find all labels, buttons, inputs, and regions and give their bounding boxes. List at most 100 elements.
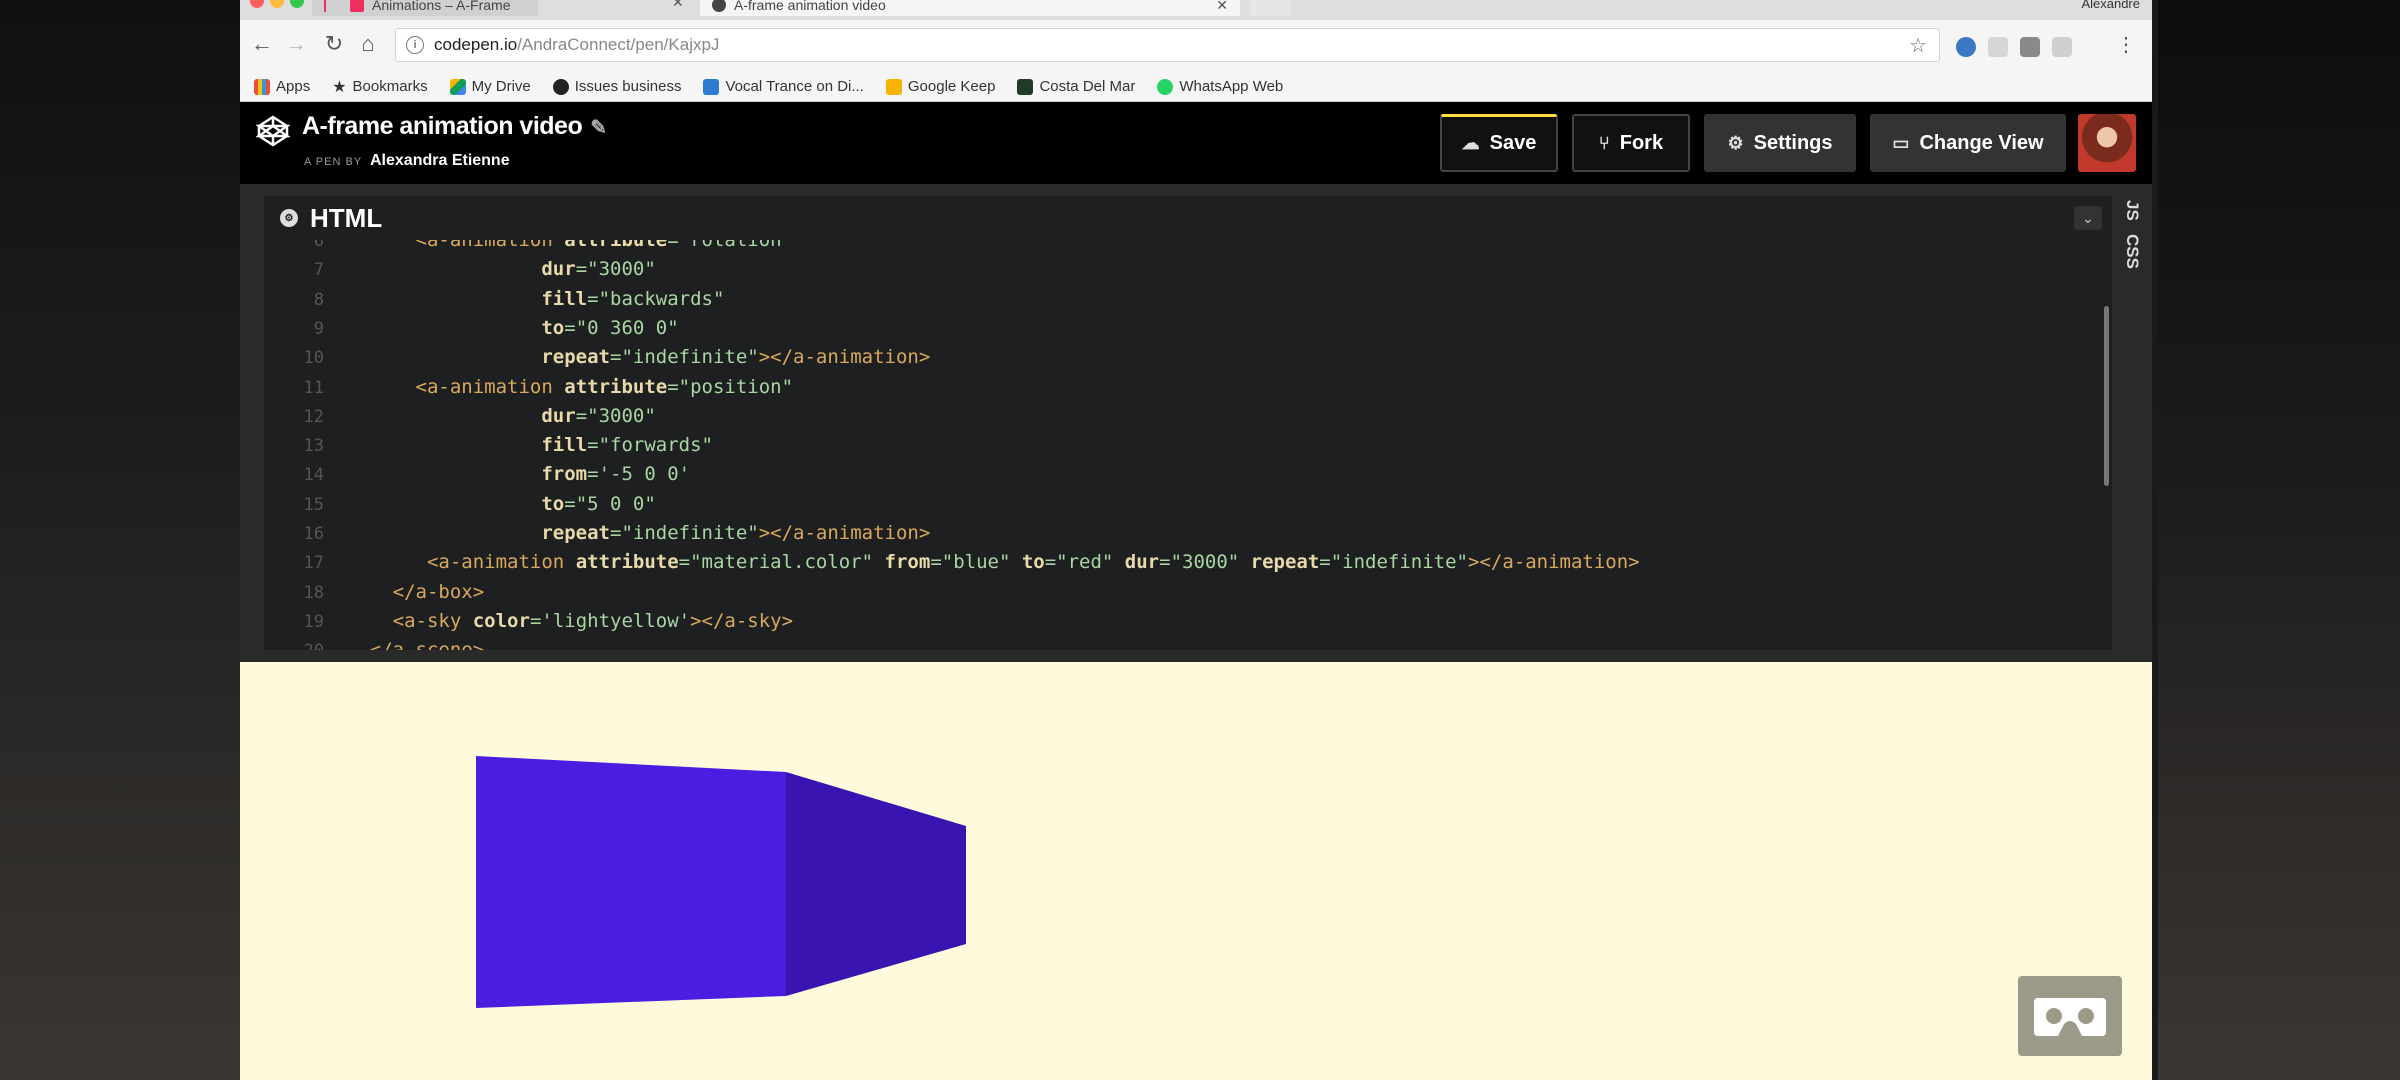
bookmark-apps[interactable]: Apps — [254, 78, 310, 95]
code-token: repeat — [541, 522, 610, 544]
code-line[interactable]: 16 repeat="indefinite"></a-animation> — [264, 519, 931, 548]
bookmark-vocal-trance[interactable]: Vocal Trance on Di... — [703, 78, 864, 95]
forward-arrow-icon[interactable]: → — [282, 30, 310, 58]
line-number: 11 — [303, 377, 324, 398]
author-link[interactable]: Alexandra Etienne — [370, 152, 510, 169]
bookmark-bookmarks[interactable]: ★ Bookmarks — [332, 77, 427, 97]
tab-pinned[interactable] — [312, 0, 338, 16]
extension-dark-icon[interactable] — [2020, 37, 2040, 57]
code-token: to — [1021, 551, 1045, 574]
extension-blue-icon[interactable] — [1956, 37, 1976, 57]
extension-light-icon[interactable] — [2052, 37, 2072, 57]
code-line[interactable]: 12 dur="3000" — [264, 402, 656, 431]
line-number: 10 — [303, 348, 324, 369]
code-token: ="3000" — [1159, 551, 1251, 574]
close-window-icon[interactable] — [250, 0, 264, 8]
code-token: attribute — [564, 240, 668, 251]
gear-icon: ⚙ — [1727, 132, 1744, 153]
enter-vr-button[interactable] — [2018, 976, 2122, 1056]
preview-pane[interactable] — [240, 662, 2152, 1080]
line-number: 12 — [303, 406, 324, 427]
code-token: to — [541, 492, 565, 515]
code-line[interactable]: 10 repeat="indefinite"></a-animation> — [264, 343, 931, 372]
maximize-window-icon[interactable] — [290, 0, 304, 8]
bookmark-issues-business[interactable]: Issues business — [552, 78, 681, 95]
editor-scrollbar[interactable] — [2104, 306, 2109, 486]
minimize-window-icon[interactable] — [270, 0, 284, 8]
code-token: ></a-animation> — [758, 346, 931, 369]
home-icon[interactable]: ⌂ — [354, 30, 382, 58]
browser-window: Animations – A-Frame ✕ A-frame animation… — [240, 0, 2152, 1080]
vr-goggles-icon — [2034, 998, 2106, 1036]
code-line[interactable]: 20 </a-scene> — [264, 636, 485, 650]
code-line[interactable]: 8 fill="backwards" — [264, 285, 725, 314]
bookmark-whatsapp-web[interactable]: WhatsApp Web — [1157, 78, 1283, 95]
info-icon[interactable]: i — [406, 36, 424, 54]
code-line[interactable]: 7 dur="3000" — [264, 255, 656, 284]
code-token: repeat — [1250, 551, 1320, 574]
code-line[interactable]: 14 from='-5 0 0' — [264, 460, 691, 489]
bookmarks-bar: Apps ★ Bookmarks My Drive Issues busines… — [240, 72, 2152, 102]
profile-name[interactable]: Alexandre — [2081, 0, 2140, 11]
line-number: 18 — [303, 582, 324, 603]
code-line[interactable]: 9 to="0 360 0" — [264, 314, 679, 343]
code-line[interactable]: 18 </a-box> — [264, 578, 485, 607]
code-editor[interactable]: 6 <a-animation attribute="rotation" 7 dur… — [264, 240, 2112, 650]
pane-settings-icon[interactable]: ⚙ — [280, 209, 298, 227]
close-tab-icon[interactable]: ✕ — [672, 0, 684, 11]
settings-button[interactable]: ⚙ Settings — [1704, 114, 1856, 172]
code-token: from — [884, 551, 931, 574]
code-line[interactable]: 17 <a-animation attribute="material.colo… — [264, 548, 1640, 577]
url-host: codepen.io — [434, 35, 518, 54]
fork-icon: ⑂ — [1598, 132, 1610, 153]
save-button[interactable]: ☁ Save — [1440, 114, 1558, 172]
back-arrow-icon[interactable]: ← — [248, 30, 276, 58]
line-number: 20 — [264, 637, 324, 650]
settings-label: Settings — [1753, 131, 1833, 154]
code-token: from — [541, 463, 588, 486]
tab-css[interactable]: CSS — [2122, 234, 2142, 269]
browser-menu-icon[interactable]: ⋮ — [2112, 30, 2140, 58]
tab-animations-aframe[interactable]: Animations – A-Frame — [338, 0, 538, 16]
bookmark-costa-del-mar[interactable]: Costa Del Mar — [1017, 78, 1135, 95]
code-line[interactable]: 19 <a-sky color='lightyellow'></a-sky> — [264, 607, 794, 636]
close-tab-icon[interactable]: ✕ — [1216, 0, 1228, 14]
change-view-button[interactable]: ▭ Change View — [1870, 114, 2066, 172]
chevron-down-icon[interactable]: ⌄ — [2074, 206, 2102, 230]
tab-aframe-animation-video[interactable]: A-frame animation video ✕ — [700, 0, 1240, 16]
code-line[interactable]: 13 fill="forwards" — [264, 431, 713, 460]
fork-button[interactable]: ⑂ Fork — [1572, 114, 1690, 172]
code-token: repeat — [541, 346, 610, 369]
bookmark-google-keep[interactable]: Google Keep — [885, 78, 995, 95]
save-label: Save — [1489, 132, 1537, 154]
code-token: ="rotation" — [667, 240, 794, 251]
new-tab-button[interactable] — [1250, 0, 1290, 16]
reload-icon[interactable]: ↻ — [320, 30, 348, 58]
tab-js[interactable]: JS — [2122, 200, 2142, 221]
fork-label: Fork — [1619, 131, 1664, 154]
code-line[interactable]: 15 to="5 0 0" — [264, 490, 656, 519]
extension-gray-icon[interactable] — [1988, 37, 2008, 57]
aframe-scene[interactable] — [240, 662, 2152, 1080]
bookmark-my-drive[interactable]: My Drive — [449, 78, 531, 95]
avatar[interactable] — [2078, 114, 2136, 172]
bookmark-star-icon[interactable]: ☆ — [1909, 33, 1927, 58]
bookmark-label: WhatsApp Web — [1179, 78, 1284, 95]
url-path: /AndraConnect/pen/KajxpJ — [517, 35, 720, 54]
code-token: <a-animation — [415, 375, 565, 398]
line-number: 19 — [303, 611, 324, 632]
codepen-logo-icon[interactable] — [256, 114, 290, 148]
address-bar[interactable]: i codepen.io /AndraConnect/pen/KajxpJ ☆ — [395, 28, 1940, 62]
edit-pencil-icon[interactable]: ✎ — [590, 117, 607, 139]
code-line[interactable]: 6 <a-animation attribute="rotation" — [264, 240, 793, 255]
code-line[interactable]: 11 <a-animation attribute="position" — [264, 373, 794, 402]
pen-title[interactable]: A-frame animation video ✎ — [302, 112, 607, 141]
codepen-header: A-frame animation video ✎ A PEN BY Alexan… — [240, 102, 2152, 184]
